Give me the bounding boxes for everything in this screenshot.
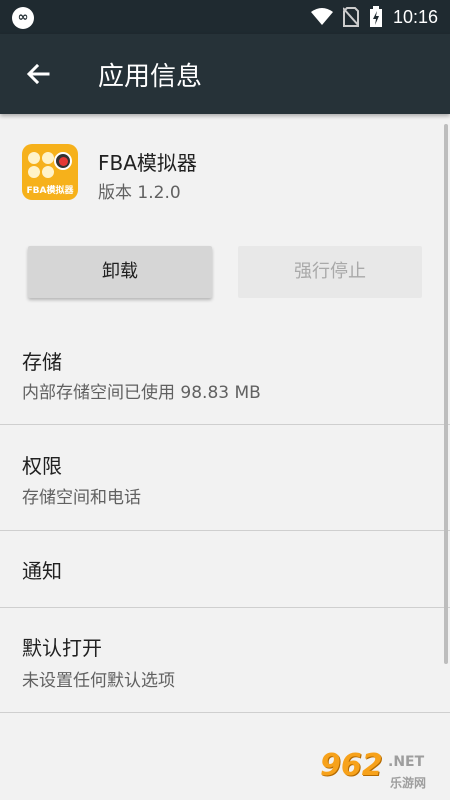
app-icon-label: FBA模拟器 <box>26 186 74 196</box>
app-bar: 应用信息 <box>0 34 450 114</box>
permissions-heading: 权限 <box>22 454 62 478</box>
watermark-net: .NET <box>388 754 425 770</box>
app-name: FBA模拟器 <box>98 151 197 175</box>
icon-dot <box>28 166 40 178</box>
watermark-number: 962 <box>320 748 383 783</box>
site-watermark: 962 .NET 乐游网 <box>316 748 444 794</box>
clock: 10:16 <box>392 6 438 27</box>
wifi-icon <box>310 8 333 25</box>
open-by-default-heading: 默认打开 <box>22 636 102 660</box>
storage-heading: 存储 <box>22 350 62 374</box>
icon-dot <box>42 166 54 178</box>
app-version: 版本 1.2.0 <box>98 183 181 203</box>
notifications-heading: 通知 <box>22 559 62 583</box>
status-bar: ∞ 10:16 <box>0 0 450 34</box>
no-sim-icon <box>342 7 359 27</box>
permissions-section[interactable]: 权限 存储空间和电话 <box>0 425 450 530</box>
status-icons: 10:16 <box>310 0 438 34</box>
divider <box>0 712 450 713</box>
icon-dot <box>42 152 54 164</box>
back-arrow-icon[interactable] <box>22 58 54 90</box>
open-by-default-section[interactable]: 默认打开 未设置任何默认选项 <box>0 608 450 712</box>
notifications-section[interactable]: 通知 <box>0 531 450 607</box>
app-icon: FBA模拟器 <box>22 144 78 200</box>
uninstall-button[interactable]: 卸载 <box>28 246 212 298</box>
icon-dot <box>28 152 40 164</box>
storage-section[interactable]: 存储 内部存储空间已使用 98.83 MB <box>0 326 450 424</box>
page-title: 应用信息 <box>98 62 203 92</box>
infinity-icon: ∞ <box>12 7 34 29</box>
permissions-summary: 存储空间和电话 <box>22 488 141 508</box>
open-by-default-summary: 未设置任何默认选项 <box>22 671 175 691</box>
force-stop-button[interactable]: 强行停止 <box>238 246 422 298</box>
joystick-icon <box>54 152 72 170</box>
storage-summary: 内部存储空间已使用 98.83 MB <box>22 383 261 403</box>
watermark-site-name: 乐游网 <box>390 776 427 790</box>
battery-charging-icon <box>369 6 382 27</box>
scrollbar[interactable] <box>444 124 448 664</box>
app-info-content: FBA模拟器 FBA模拟器 版本 1.2.0 卸载 强行停止 存储 内部存储空间… <box>0 114 450 800</box>
